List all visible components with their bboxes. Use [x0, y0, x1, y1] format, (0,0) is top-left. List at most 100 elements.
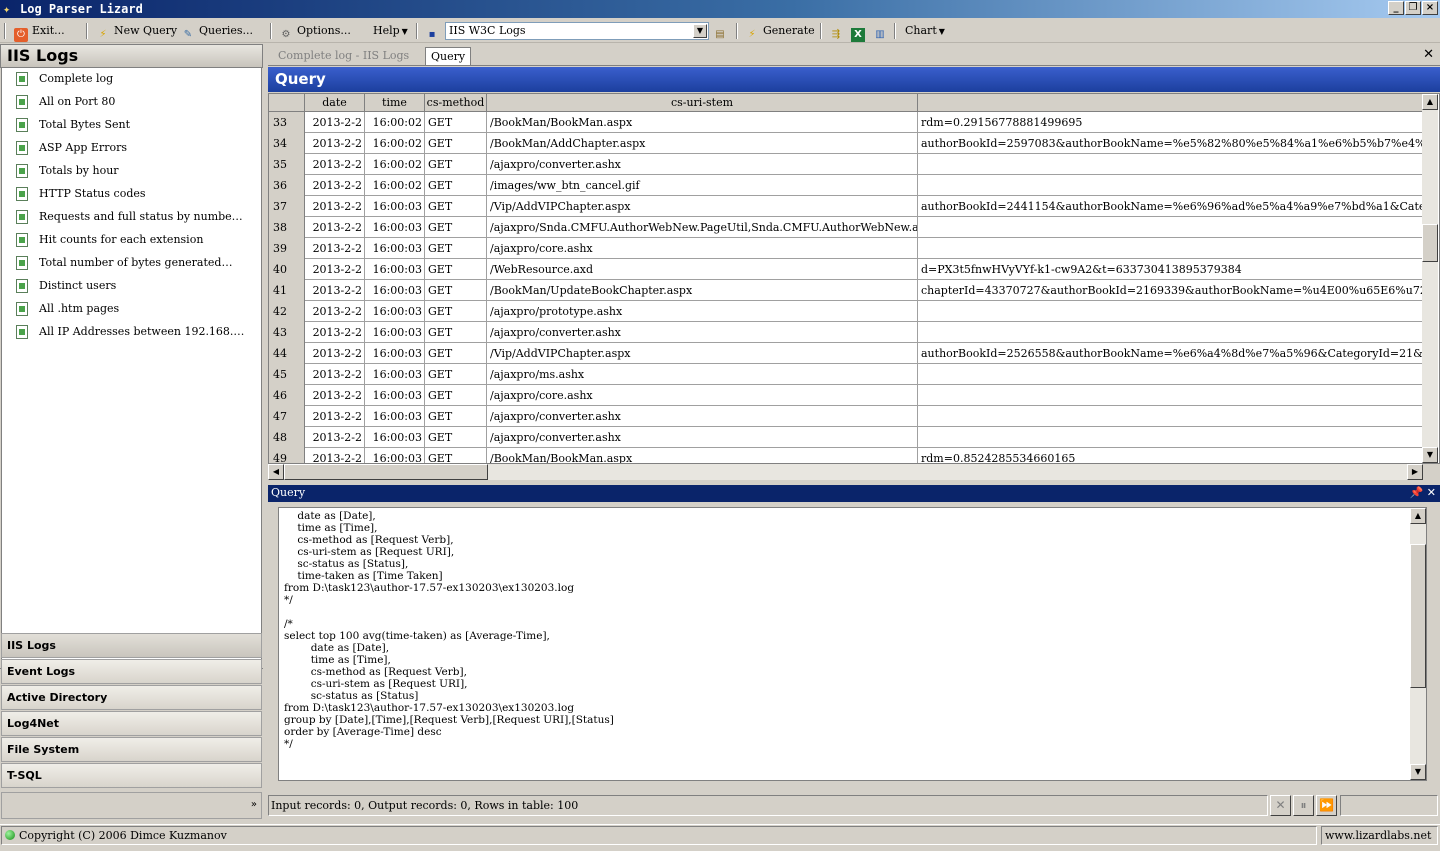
query-cell[interactable]: [918, 154, 1425, 175]
method-cell[interactable]: GET: [425, 259, 487, 280]
scroll-left-icon[interactable]: ◀: [268, 464, 284, 480]
query-cell[interactable]: [918, 175, 1425, 196]
row-number[interactable]: 43: [269, 322, 305, 343]
row-number[interactable]: 35: [269, 154, 305, 175]
uri-cell[interactable]: /Vip/AddVIPChapter.aspx: [487, 343, 918, 364]
date-cell[interactable]: 2013-2-2: [305, 280, 365, 301]
time-cell[interactable]: 16:00:03: [365, 301, 425, 322]
date-cell[interactable]: 2013-2-2: [305, 427, 365, 448]
date-cell[interactable]: 2013-2-2: [305, 133, 365, 154]
method-cell[interactable]: GET: [425, 175, 487, 196]
uri-cell[interactable]: /ajaxpro/core.ashx: [487, 238, 918, 259]
query-list-item[interactable]: Totals by hour: [2, 160, 260, 182]
uri-cell[interactable]: /ajaxpro/prototype.ashx: [487, 301, 918, 322]
row-number[interactable]: 41: [269, 280, 305, 301]
row-number[interactable]: 39: [269, 238, 305, 259]
table-row[interactable]: 33 2013-2-2 16:00:02 GET/BookMan/BookMan.as…: [269, 112, 1425, 133]
table-row[interactable]: 34 2013-2-2 16:00:02 GET/BookMan/AddChapter…: [269, 133, 1425, 154]
method-cell[interactable]: GET: [425, 364, 487, 385]
chart-menu[interactable]: Chart ▼: [905, 22, 945, 40]
method-cell[interactable]: GET: [425, 238, 487, 259]
query-cell[interactable]: [918, 427, 1425, 448]
method-cell[interactable]: GET: [425, 112, 487, 133]
method-cell[interactable]: GET: [425, 217, 487, 238]
date-cell[interactable]: 2013-2-2: [305, 301, 365, 322]
restore-button[interactable]: ❐: [1405, 1, 1421, 15]
time-cell[interactable]: 16:00:03: [365, 280, 425, 301]
scroll-down-icon[interactable]: ▼: [1410, 764, 1426, 780]
close-window-button[interactable]: ×: [1422, 1, 1438, 15]
row-number[interactable]: 45: [269, 364, 305, 385]
row-number[interactable]: 33: [269, 112, 305, 133]
row-number[interactable]: 34: [269, 133, 305, 154]
method-cell[interactable]: GET: [425, 280, 487, 301]
editor-vertical-scrollbar[interactable]: ▲ ▼: [1410, 508, 1426, 780]
uri-cell[interactable]: /ajaxpro/ms.ashx: [487, 364, 918, 385]
time-cell[interactable]: 16:00:03: [365, 448, 425, 463]
new-query-button[interactable]: ⚡ New Query: [96, 22, 177, 40]
column-header[interactable]: time: [365, 94, 425, 112]
tab-complete-log[interactable]: Complete log - IIS Logs: [273, 47, 414, 65]
uri-cell[interactable]: /ajaxpro/Snda.CMFU.AuthorWebNew.PageUtil…: [487, 217, 918, 238]
uri-cell[interactable]: /ajaxpro/core.ashx: [487, 385, 918, 406]
grid-vertical-scrollbar[interactable]: ▲ ▼: [1422, 94, 1438, 463]
query-list-item[interactable]: Requests and full status by numbe…: [2, 206, 260, 228]
row-number[interactable]: 44: [269, 343, 305, 364]
queries-button[interactable]: ✎ Queries...: [181, 22, 253, 40]
row-number[interactable]: 48: [269, 427, 305, 448]
website-link[interactable]: www.lizardlabs.net: [1321, 826, 1438, 845]
tab-query[interactable]: Query: [425, 47, 472, 65]
method-cell[interactable]: GET: [425, 301, 487, 322]
uri-cell[interactable]: /ajaxpro/converter.ashx: [487, 406, 918, 427]
query-list-item[interactable]: All IP Addresses between 192.168.…: [2, 321, 260, 343]
table-row[interactable]: 45 2013-2-2 16:00:03 GET/ajaxpro/ms.ashx: [269, 364, 1425, 385]
pause-query-button[interactable]: ⏸: [1293, 795, 1314, 816]
scroll-right-icon[interactable]: ▶: [1407, 464, 1423, 480]
query-list-item[interactable]: Complete log: [2, 68, 260, 90]
properties-button[interactable]: ▤: [713, 22, 731, 40]
time-cell[interactable]: 16:00:03: [365, 406, 425, 427]
row-number[interactable]: 38: [269, 217, 305, 238]
method-cell[interactable]: GET: [425, 154, 487, 175]
results-grid[interactable]: date time cs-method cs-uri-stem 33 2013-2…: [268, 93, 1440, 464]
scroll-down-icon[interactable]: ▼: [1422, 447, 1438, 463]
date-cell[interactable]: 2013-2-2: [305, 217, 365, 238]
table-row[interactable]: 35 2013-2-2 16:00:02 GET/ajaxpro/converter.…: [269, 154, 1425, 175]
query-list-item[interactable]: All on Port 80: [2, 91, 260, 113]
time-cell[interactable]: 16:00:03: [365, 364, 425, 385]
cancel-query-button[interactable]: ✕: [1270, 795, 1291, 816]
nav-log4net[interactable]: Log4Net: [1, 711, 262, 736]
query-cell[interactable]: [918, 217, 1425, 238]
uri-cell[interactable]: /ajaxpro/converter.ashx: [487, 322, 918, 343]
table-row[interactable]: 42 2013-2-2 16:00:03 GET/ajaxpro/prototype.…: [269, 301, 1425, 322]
table-row[interactable]: 46 2013-2-2 16:00:03 GET/ajaxpro/core.ashx: [269, 385, 1425, 406]
uri-cell[interactable]: /WebResource.axd: [487, 259, 918, 280]
run-query-button[interactable]: ⏩: [1316, 795, 1337, 816]
uri-cell[interactable]: /BookMan/AddChapter.aspx: [487, 133, 918, 154]
time-cell[interactable]: 16:00:02: [365, 154, 425, 175]
date-cell[interactable]: 2013-2-2: [305, 406, 365, 427]
uri-cell[interactable]: /images/ww_btn_cancel.gif: [487, 175, 918, 196]
document-button[interactable]: ▥: [873, 22, 891, 40]
uri-cell[interactable]: /ajaxpro/converter.ashx: [487, 427, 918, 448]
time-cell[interactable]: 16:00:03: [365, 427, 425, 448]
nav-overflow[interactable]: »: [1, 792, 262, 819]
log-type-select[interactable]: IIS W3C Logs ▼: [445, 22, 709, 40]
method-cell[interactable]: GET: [425, 133, 487, 154]
uri-cell[interactable]: /ajaxpro/converter.ashx: [487, 154, 918, 175]
column-header[interactable]: cs-uri-stem: [487, 94, 918, 112]
scroll-up-icon[interactable]: ▲: [1410, 508, 1426, 524]
table-row[interactable]: 41 2013-2-2 16:00:03 GET/BookMan/UpdateBook…: [269, 280, 1425, 301]
time-cell[interactable]: 16:00:03: [365, 217, 425, 238]
time-cell[interactable]: 16:00:02: [365, 175, 425, 196]
query-list-item[interactable]: HTTP Status codes: [2, 183, 260, 205]
query-cell[interactable]: chapterId=43370727&authorBookId=2169339&…: [918, 280, 1425, 301]
column-header[interactable]: cs-method: [425, 94, 487, 112]
query-list-item[interactable]: All .htm pages: [2, 298, 260, 320]
generate-button[interactable]: ⚡ Generate: [745, 22, 814, 40]
close-icon[interactable]: ✕: [1427, 486, 1436, 499]
uri-cell[interactable]: /BookMan/UpdateBookChapter.aspx: [487, 280, 918, 301]
table-row[interactable]: 38 2013-2-2 16:00:03 GET/ajaxpro/Snda.CMFU.…: [269, 217, 1425, 238]
table-row[interactable]: 36 2013-2-2 16:00:02 GET/images/ww_btn_canc…: [269, 175, 1425, 196]
query-cell[interactable]: [918, 238, 1425, 259]
